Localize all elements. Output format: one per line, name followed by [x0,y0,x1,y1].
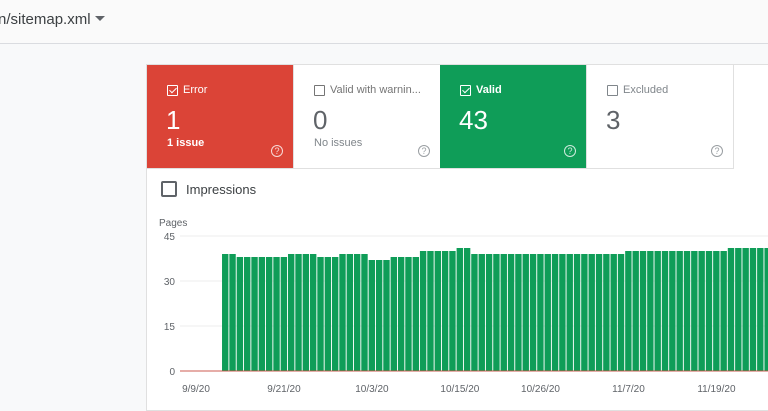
x-tick-label: 9/9/20 [182,384,210,395]
bar [287,254,295,371]
bar [735,248,742,371]
y-tick-label: 30 [164,277,176,288]
bar [661,251,669,371]
bar [757,248,764,371]
bar [588,254,595,371]
bar [309,254,317,371]
bar [529,254,537,371]
bar [727,248,735,371]
bar [383,260,390,371]
x-tick-label: 10/15/20 [440,384,479,395]
bar [441,251,449,371]
bar [317,257,324,371]
bar [595,254,603,371]
bar [632,251,639,371]
x-tick-label: 9/21/20 [267,384,301,395]
bar [566,254,573,371]
bar [463,248,471,371]
bar [331,257,339,371]
bar [339,254,346,371]
bar [485,254,493,371]
bar [346,254,354,371]
bar [222,254,229,371]
bar [427,251,434,371]
bar [515,254,522,371]
bar [500,254,507,371]
bar [581,254,588,371]
bar [705,251,713,371]
bar [266,257,273,371]
bar [617,254,625,371]
bar [544,254,551,371]
x-tick-label: 11/7/20 [612,384,645,395]
bar [742,248,749,371]
bar [412,257,419,371]
bar [236,257,244,371]
bar [573,254,581,371]
y-tick-label: 0 [169,367,175,378]
bar [625,251,632,371]
bar [302,254,310,371]
x-tick-label: 10/26/20 [521,384,560,395]
y-axis-label: Pages [159,218,187,229]
bar [273,257,280,371]
y-tick-label: 15 [164,322,176,333]
bar [229,254,236,371]
bar [603,254,610,371]
bar [683,251,691,371]
bar [639,251,647,371]
bar [647,251,654,371]
x-tick-label: 10/3/20 [355,384,389,395]
bar [405,257,412,371]
bar [493,254,500,371]
y-tick-label: 45 [164,232,176,243]
bar [295,254,302,371]
bar [434,251,441,371]
bar [397,257,405,371]
bar [507,254,515,371]
bar [551,254,559,371]
bar [251,257,258,371]
bar [361,254,368,371]
bar [390,257,398,371]
bar [698,251,705,371]
bar [375,260,383,371]
bar [713,251,720,371]
bar [244,257,251,371]
bar [654,251,661,371]
bar [522,254,529,371]
bar [764,248,768,371]
bar [471,254,478,371]
bar [610,254,617,371]
bar [449,251,456,371]
bar [669,251,676,371]
bar [537,254,544,371]
bar [749,248,757,371]
bar [456,248,463,371]
bar [324,257,332,371]
bar [368,260,376,371]
bar [419,251,427,371]
bar [258,257,266,371]
bar [353,254,361,371]
bar [559,254,566,371]
bar [720,251,727,371]
bar [676,251,683,371]
bar [280,257,288,371]
bar [478,254,485,371]
bar [691,251,698,371]
pages-chart: Pages 0 15 30 45 9/9/20 9/21/20 10/3/20 10/15/20… [159,218,768,395]
x-tick-label: 11/19/20 [697,384,736,395]
